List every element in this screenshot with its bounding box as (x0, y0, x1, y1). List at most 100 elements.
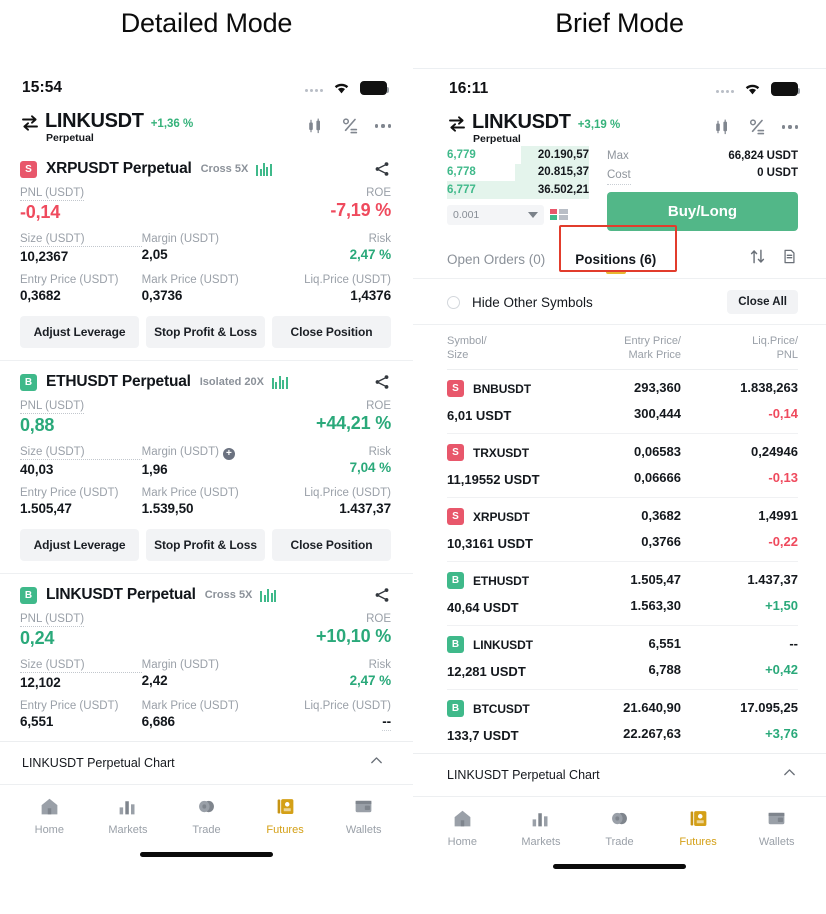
chevron-up-icon[interactable] (368, 752, 385, 774)
roe-label: ROE (366, 613, 391, 625)
row-entry-price: 1.505,47 (630, 572, 681, 587)
nav-item-home[interactable]: Home (423, 807, 502, 848)
share-icon[interactable] (373, 373, 391, 391)
table-row[interactable]: B BTCUSDT 133,7 USDT 21.640,90 22.267,63 17.0… (447, 689, 798, 753)
nav-item-home[interactable]: Home (10, 795, 89, 836)
symbol-name[interactable]: LINKUSDT (472, 111, 571, 134)
more-icon[interactable] (781, 117, 798, 137)
buy-long-button[interactable]: Buy/Long (607, 192, 798, 231)
wallet-icon (766, 807, 787, 829)
swap-icon[interactable] (447, 114, 467, 134)
position-leverage[interactable]: Cross 5X (201, 163, 249, 175)
nav-item-trade[interactable]: Trade (167, 795, 246, 836)
row-liq-price: 0,24946 (751, 444, 798, 459)
swap-icon[interactable] (20, 113, 40, 133)
position-actions: Adjust Leverage Stop Profit & Loss Close P… (20, 529, 391, 573)
nav-label: Futures (679, 836, 717, 848)
side-badge: B (20, 586, 37, 604)
nav-item-futures[interactable]: Futures (659, 807, 738, 848)
orderbook-controls: 0.001 (447, 204, 589, 225)
nav-item-markets[interactable]: Markets (502, 807, 581, 848)
size-value: 12,102 (20, 675, 61, 690)
symbol-name[interactable]: LINKUSDT (45, 110, 144, 133)
size-value: 10,2367 (20, 249, 69, 264)
header-symbol: Symbol/ (447, 335, 487, 347)
risk-label: Risk (368, 659, 391, 671)
depth-bars-icon (271, 375, 288, 389)
battery-icon (771, 82, 800, 96)
tab-positions[interactable]: Positions (6) (575, 252, 656, 274)
chart-bar-right[interactable]: LINKUSDT Perpetual Chart (413, 753, 826, 796)
candlestick-icon[interactable] (305, 116, 325, 136)
side-badge: B (447, 636, 464, 653)
nav-label: Markets (521, 836, 561, 848)
table-row[interactable]: B ETHUSDT 40,64 USDT 1.505,47 1.563,30 1.437,… (447, 561, 798, 625)
orderbook-row[interactable]: 6,777 36.502,21 (447, 181, 589, 199)
tab-active-underline (605, 270, 626, 274)
depth-icon[interactable] (550, 208, 568, 221)
percent-icon[interactable] (747, 117, 767, 137)
position-leverage[interactable]: Cross 5X (205, 589, 253, 601)
nav-item-wallets[interactable]: Wallets (737, 807, 816, 848)
table-row[interactable]: B LINKUSDT 12,281 USDT 6,551 6,788 -- +0,42 (447, 625, 798, 689)
nav-item-futures[interactable]: Futures (246, 795, 325, 836)
row-symbol: LINKUSDT (473, 637, 533, 652)
document-icon[interactable] (781, 248, 798, 270)
nav-label: Futures (266, 824, 304, 836)
add-margin-icon[interactable]: + (222, 448, 235, 460)
chart-bar-left[interactable]: LINKUSDT Perpetual Chart (0, 741, 413, 784)
nav-item-trade[interactable]: Trade (580, 807, 659, 848)
table-row[interactable]: S BNBUSDT 6,01 USDT 293,360 300,444 1.838,263… (447, 369, 798, 433)
stop-profit-loss-button[interactable]: Stop Profit & Loss (146, 529, 265, 561)
chevron-up-icon[interactable] (781, 764, 798, 786)
adjust-leverage-button[interactable]: Adjust Leverage (20, 316, 139, 348)
bar-chart-icon (530, 807, 551, 829)
symbol-change: +3,19 % (577, 119, 621, 131)
liq-price-label: Liq.Price (USDT) (304, 700, 391, 712)
row-pnl: -0,22 (768, 534, 798, 549)
position-leverage[interactable]: Isolated 20X (200, 376, 264, 388)
orderbook-row[interactable]: 6,778 20.815,37 (447, 163, 589, 181)
row-symbol: TRXUSDT (473, 445, 529, 460)
row-entry-price: 21.640,90 (623, 700, 681, 715)
close-position-button[interactable]: Close Position (272, 529, 391, 561)
entry-price-value: 6,551 (20, 714, 54, 729)
position-card[interactable]: B LINKUSDT Perpetual Cross 5X PNL (USDT) 0,2… (0, 574, 413, 741)
nav-label: Home (34, 824, 64, 836)
candlestick-icon[interactable] (712, 117, 732, 137)
nav-item-wallets[interactable]: Wallets (324, 795, 403, 836)
symbol-header-left: LINKUSDT +1,36 % Perpetual (0, 108, 413, 148)
position-card[interactable]: S XRPUSDT Perpetual Cross 5X PNL (USDT) -0,1… (0, 148, 413, 360)
table-row[interactable]: S TRXUSDT 11,19552 USDT 0,06583 0,06666 0,249… (447, 433, 798, 497)
adjust-leverage-button[interactable]: Adjust Leverage (20, 529, 139, 561)
orderbook-row[interactable]: 6,779 20.190,57 (447, 146, 589, 164)
position-card[interactable]: B ETHUSDT Perpetual Isolated 20X PNL (USDT)… (0, 361, 413, 573)
more-icon[interactable] (374, 116, 391, 136)
phone-screen-left: 15:54 LINKUSDT +1,36 % Perpetual S XRPUS… (0, 68, 413, 914)
nav-label: Home (447, 836, 477, 848)
orders-positions-tabs: Open Orders (0) Positions (6) (413, 225, 826, 278)
home-icon (39, 795, 60, 817)
percent-icon[interactable] (340, 116, 360, 136)
coins-icon (609, 807, 630, 829)
orderbook-price: 6,779 (447, 148, 476, 161)
stop-profit-loss-button[interactable]: Stop Profit & Loss (146, 316, 265, 348)
tab-open-orders[interactable]: Open Orders (0) (447, 252, 545, 274)
tick-size-select[interactable]: 0.001 (447, 204, 544, 225)
share-icon[interactable] (373, 586, 391, 604)
nav-item-markets[interactable]: Markets (89, 795, 168, 836)
row-size: 40,64 USDT (447, 600, 519, 615)
mark-price-label: Mark Price (USDT) (141, 487, 239, 499)
close-position-button[interactable]: Close Position (272, 316, 391, 348)
size-value: 40,03 (20, 462, 54, 477)
table-row[interactable]: S XRPUSDT 10,3161 USDT 0,3682 0,3766 1,4991 -0… (447, 497, 798, 561)
close-all-button[interactable]: Close All (727, 290, 798, 314)
margin-label: Margin (USDT) + (142, 446, 270, 460)
hide-other-symbols-radio[interactable] (447, 295, 460, 309)
symbol-subtitle: Perpetual (46, 132, 94, 144)
sort-icon[interactable] (748, 247, 767, 271)
status-clock: 16:11 (449, 80, 489, 97)
share-icon[interactable] (373, 160, 391, 178)
row-mark-price: 1.563,30 (630, 598, 681, 613)
pnl-label: PNL (USDT) (20, 187, 85, 201)
